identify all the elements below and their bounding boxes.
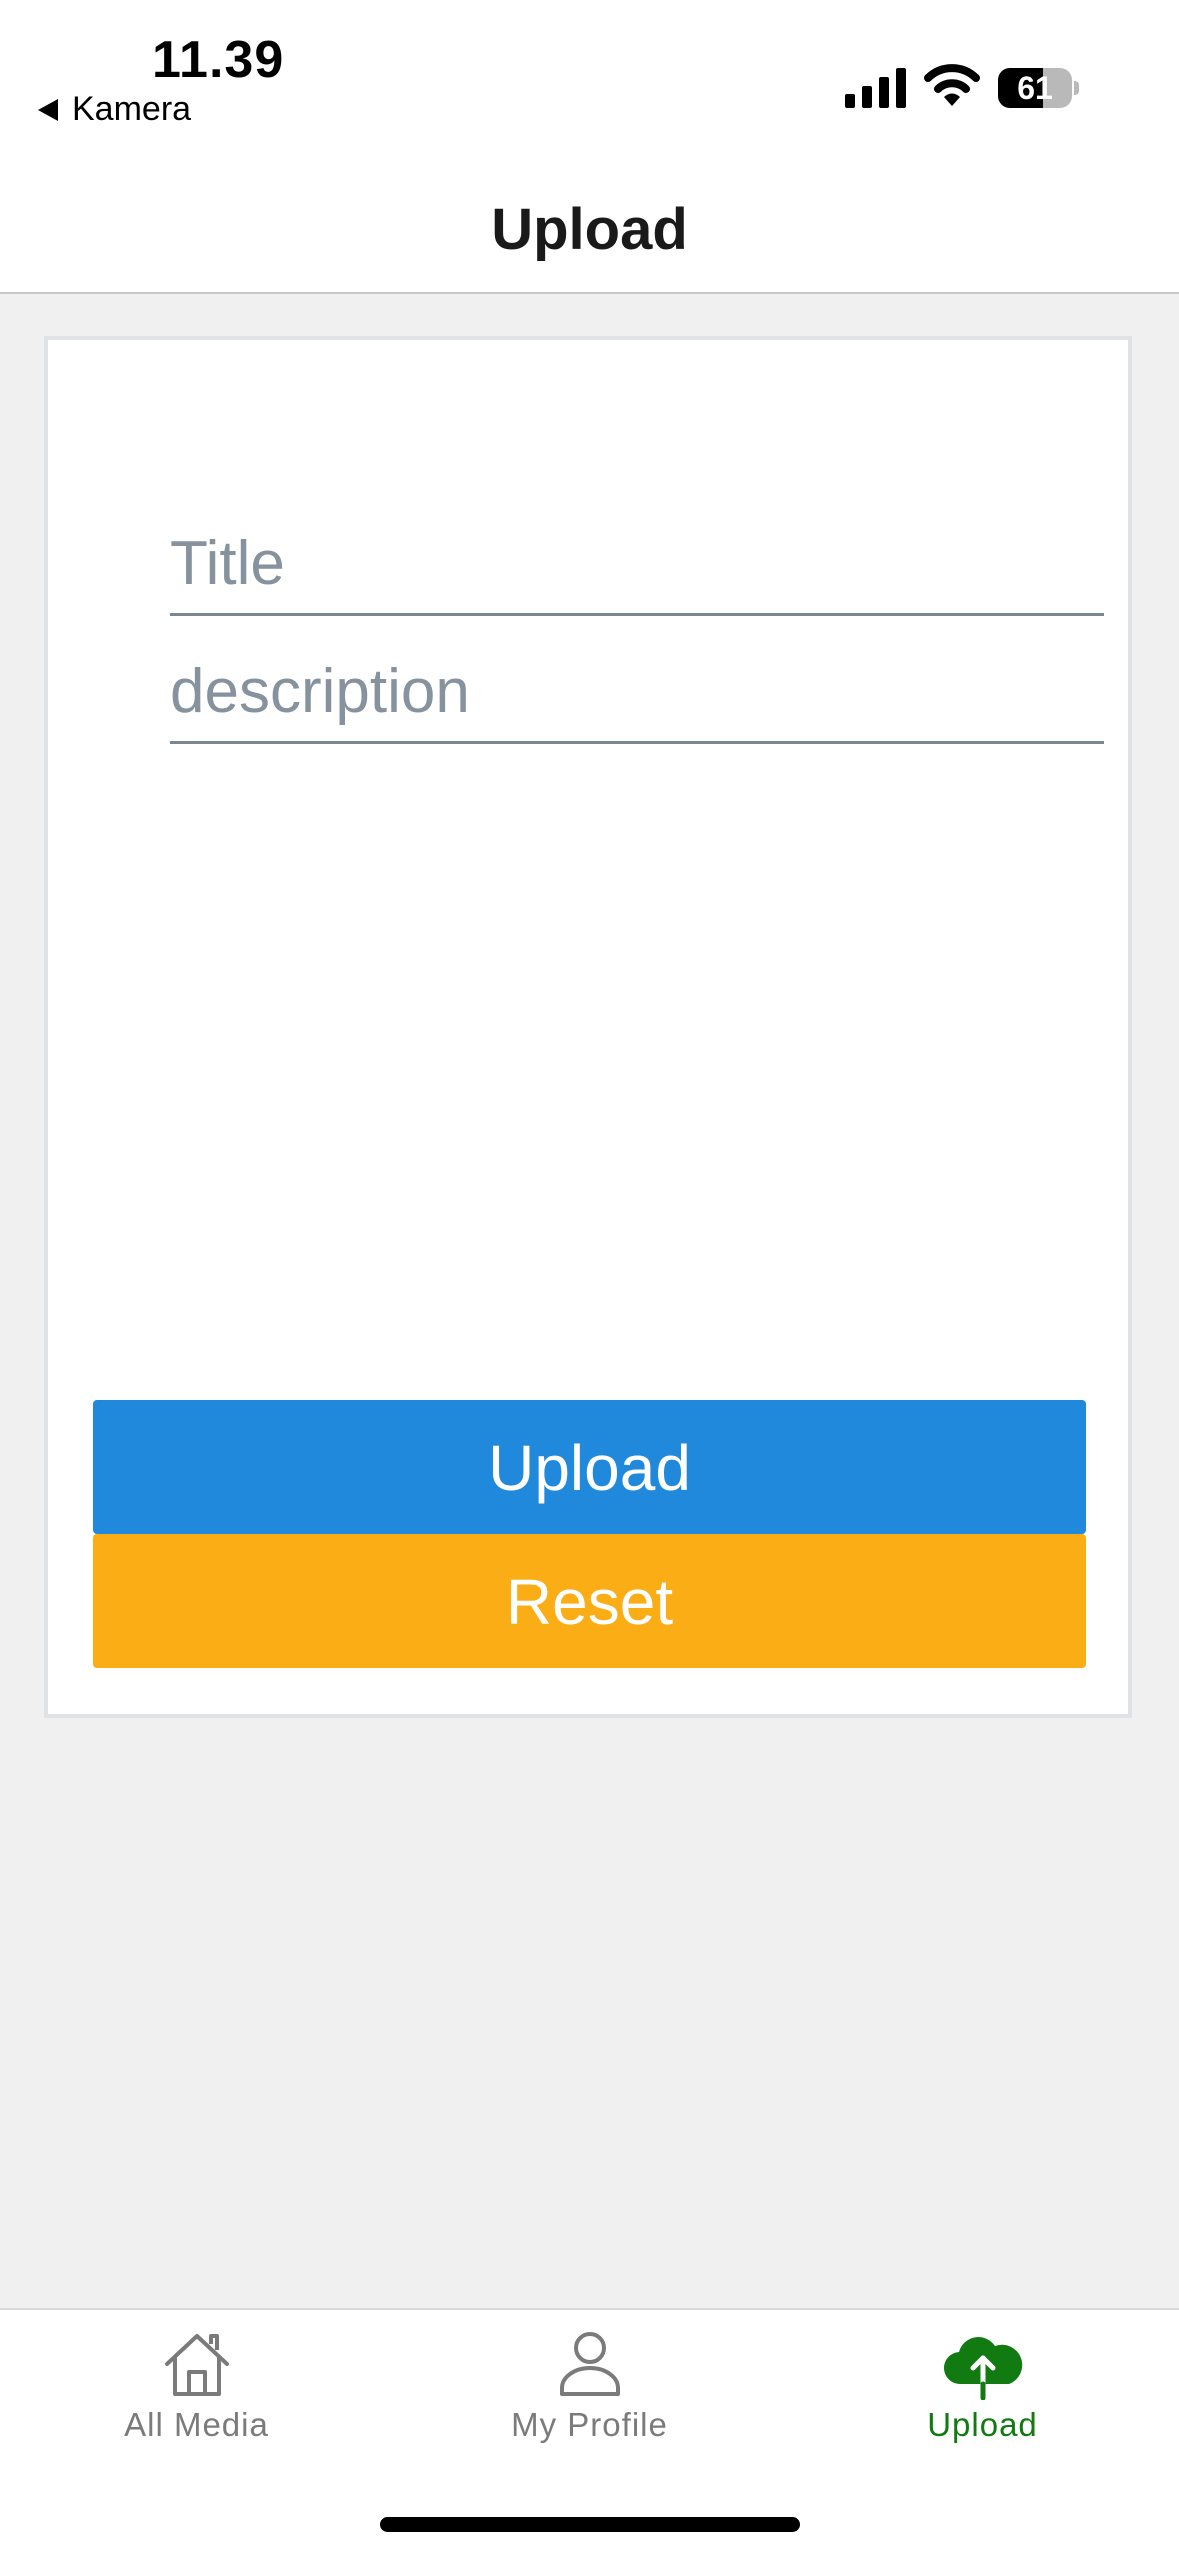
battery-body: 61 xyxy=(998,68,1072,108)
battery-percentage: 61 xyxy=(1017,70,1053,106)
tab-all-media-label: All Media xyxy=(124,2406,269,2443)
page-title: Upload xyxy=(491,197,688,262)
tab-my-profile-label: My Profile xyxy=(511,2406,668,2443)
battery-cap xyxy=(1074,81,1079,95)
description-field[interactable] xyxy=(170,656,1104,744)
cloud-upload-icon xyxy=(943,2337,1022,2400)
header-divider xyxy=(0,292,1179,294)
cellular-signal-icon xyxy=(845,68,906,108)
tab-all-media[interactable]: All Media xyxy=(0,2328,393,2478)
title-field[interactable] xyxy=(170,528,1104,616)
upload-button[interactable]: Upload xyxy=(93,1400,1086,1534)
wifi-icon xyxy=(924,64,980,106)
person-icon xyxy=(559,2332,620,2396)
status-bar: 11.39 Kamera 61 xyxy=(0,0,1179,180)
tab-upload[interactable]: Upload xyxy=(786,2328,1179,2478)
battery-icon: 61 xyxy=(998,68,1079,108)
home-indicator xyxy=(380,2517,800,2532)
description-input[interactable] xyxy=(170,656,1104,727)
title-input[interactable] xyxy=(170,528,1104,599)
status-time: 11.39 xyxy=(152,31,285,89)
home-icon xyxy=(164,2334,229,2396)
tab-my-profile[interactable]: My Profile xyxy=(393,2328,786,2478)
reset-button[interactable]: Reset xyxy=(93,1534,1086,1668)
back-arrow-icon xyxy=(38,98,58,121)
back-app-label: Kamera xyxy=(72,90,192,128)
back-to-app-link[interactable]: Kamera xyxy=(38,90,191,129)
tab-upload-label: Upload xyxy=(927,2406,1038,2443)
